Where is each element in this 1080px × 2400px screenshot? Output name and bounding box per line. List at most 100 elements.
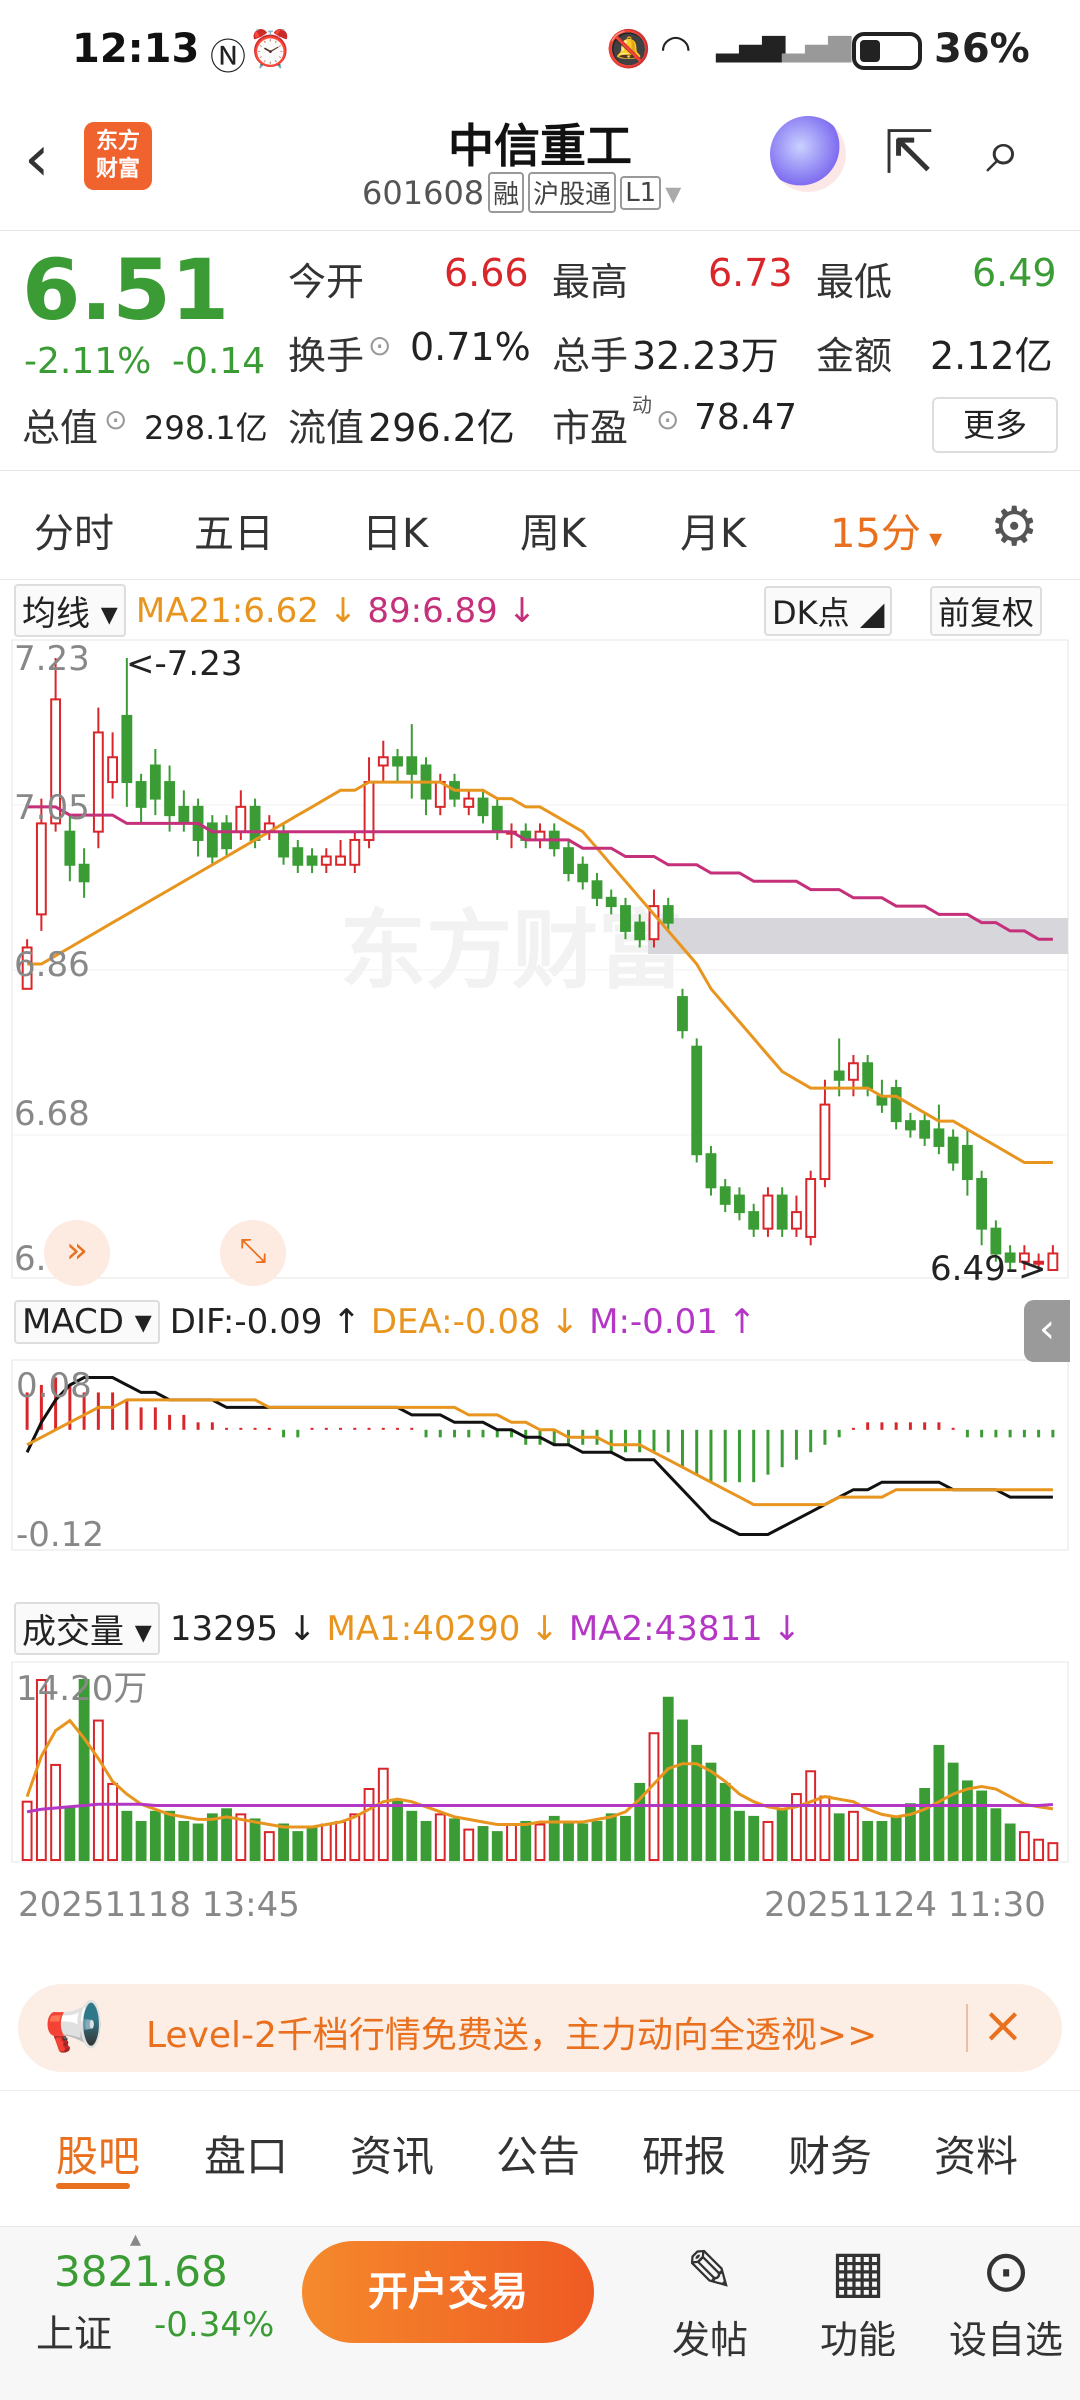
- fullscreen-icon[interactable]: ⤡: [220, 1220, 286, 1286]
- info-icon[interactable]: ⊙: [368, 329, 391, 362]
- volume-bar: [848, 1810, 859, 1861]
- assistant-avatar[interactable]: [770, 116, 846, 192]
- chevron-down-icon: ▾: [665, 173, 682, 212]
- index-value[interactable]: 3821.68: [54, 2247, 228, 2296]
- candle-body: [776, 1194, 788, 1230]
- divider: [966, 2004, 968, 2052]
- pe-sup: 动: [632, 393, 652, 417]
- info-icon[interactable]: ⊙: [656, 403, 679, 436]
- mute-icon: 🔕: [606, 29, 651, 70]
- tab-orderbook[interactable]: 盘口: [204, 2123, 288, 2184]
- gear-icon[interactable]: ⚙: [990, 495, 1038, 558]
- macd-legend: MACD ▾ DIF:-0.09 ↑ DEA:-0.08 ↓ M:-0.01 ↑: [14, 1300, 756, 1344]
- volume-bar: [534, 1823, 546, 1862]
- expand-left-icon[interactable]: »: [44, 1220, 110, 1286]
- volume-bar: [192, 1823, 204, 1862]
- info-icon[interactable]: ⊙: [104, 403, 127, 436]
- content-tabs: 股吧 盘口 资讯 公告 研报 财务 资料: [0, 2090, 1080, 2220]
- signal-icon: ▂▄▆: [782, 28, 852, 63]
- candle-body: [705, 1153, 717, 1189]
- share-icon[interactable]: ⇱: [884, 118, 934, 188]
- candle-body: [904, 1120, 916, 1131]
- more-icon: ⊙: [981, 2237, 1031, 2305]
- candle-body: [605, 896, 617, 908]
- chart-area[interactable]: 均线 ▾ MA21:6.62 ↓ 89:6.89 ↓ DK点 ◢ 前复权 东方财富 …: [0, 580, 1080, 1980]
- price-axis-label: 6.68: [14, 1094, 90, 1134]
- candle-body: [278, 830, 289, 858]
- candle-body: [919, 1120, 931, 1139]
- signal-5g-icon: ▂▄▆: [716, 28, 786, 63]
- volume-bar: [1033, 1838, 1045, 1861]
- candle-body: [92, 731, 104, 833]
- candle-body: [477, 797, 489, 817]
- connect-tag: 沪股通: [528, 172, 617, 213]
- collapse-panel-icon[interactable]: ‹: [1024, 1300, 1070, 1362]
- turnover-value: 0.71%: [410, 325, 531, 369]
- candle-body: [563, 847, 574, 875]
- volume-bar: [135, 1820, 147, 1861]
- candle-body: [791, 1211, 802, 1230]
- tab-forum[interactable]: 股吧: [56, 2123, 140, 2184]
- status-time: 12:13: [72, 26, 200, 72]
- m-value: M:-0.01: [589, 1302, 718, 1342]
- volume-select[interactable]: 成交量 ▾: [14, 1602, 160, 1655]
- index-name[interactable]: 上证: [36, 2303, 112, 2358]
- more-button[interactable]: 更多: [932, 397, 1058, 453]
- candle-body: [1047, 1252, 1059, 1272]
- tab-monthly[interactable]: 月K: [680, 501, 746, 559]
- volume-bar: [349, 1813, 361, 1862]
- stock-code: 601608: [362, 173, 485, 212]
- current-price: 6.51: [22, 241, 230, 339]
- candle-body: [64, 830, 76, 866]
- promo-banner[interactable]: 📢 Level-2千档行情免费送，主力动向全透视>> ×: [18, 1984, 1062, 2072]
- battery-percent: 36%: [934, 26, 1030, 72]
- volume-legend: 成交量 ▾ 13295 ↓ MA1:40290 ↓ MA2:43811 ↓: [14, 1602, 801, 1655]
- volume-bar: [406, 1810, 418, 1861]
- promo-text[interactable]: Level-2千档行情免费送，主力动向全透视>>: [146, 2006, 877, 2058]
- low-marker: 6.49->: [930, 1249, 1046, 1289]
- macd-select[interactable]: MACD ▾: [14, 1300, 160, 1344]
- mktcap-label: 总值: [22, 406, 99, 450]
- dea-line: [26, 1398, 1053, 1507]
- tab-news[interactable]: 资讯: [350, 2123, 434, 2184]
- tab-announcements[interactable]: 公告: [496, 2123, 580, 2184]
- candle-body: [135, 781, 147, 808]
- candle-body: [406, 756, 418, 775]
- index-percent[interactable]: -0.34%: [154, 2305, 274, 2345]
- nfc-icon: Ⓝ: [210, 37, 247, 78]
- stock-chart[interactable]: 东方财富 7.237.056.866.686.49 <-7.23 6.49-> …: [0, 580, 1080, 1980]
- edit-icon: ✎: [685, 2237, 735, 2305]
- price-axis-label: 6.86: [14, 945, 90, 985]
- tab-profile[interactable]: 资料: [934, 2123, 1018, 2184]
- tab-finance[interactable]: 财务: [788, 2123, 872, 2184]
- post-button[interactable]: ✎ 发帖: [640, 2237, 780, 2364]
- pe-label: 市盈: [552, 406, 629, 450]
- tab-15min[interactable]: 15分 ▾: [830, 501, 942, 559]
- vol-ma2-value: MA2:43811: [568, 1608, 763, 1649]
- open-account-button[interactable]: 开户交易: [302, 2241, 594, 2343]
- stock-code-row[interactable]: 601608 融 沪股通 L1 ▾: [362, 172, 681, 213]
- dea-value: DEA:-0.08: [370, 1302, 541, 1342]
- close-icon[interactable]: ×: [982, 1996, 1024, 2054]
- volume-bar: [278, 1823, 289, 1862]
- caret-down-icon: ▾: [920, 524, 943, 554]
- search-icon[interactable]: ⌕: [986, 114, 1021, 188]
- candle-body: [734, 1194, 745, 1214]
- volume-bar: [1047, 1842, 1059, 1862]
- tab-weekly[interactable]: 周K: [520, 501, 586, 559]
- tab-research[interactable]: 研报: [642, 2123, 726, 2184]
- tab-daily[interactable]: 日K: [362, 501, 428, 559]
- tab-intraday[interactable]: 分时: [34, 501, 114, 559]
- volume-bar: [591, 1820, 603, 1861]
- macd-panel-frame: [11, 1359, 1069, 1551]
- candle-body: [691, 1045, 703, 1156]
- add-watchlist-button[interactable]: ⊙ 设自选: [936, 2237, 1076, 2364]
- candle-body: [292, 847, 304, 866]
- tab-five-day[interactable]: 五日: [194, 501, 274, 559]
- candle-body: [634, 921, 646, 941]
- candle-body: [819, 1103, 831, 1181]
- functions-button[interactable]: ▦ 功能: [788, 2237, 928, 2364]
- candle-body: [164, 781, 176, 817]
- mktcap-value: 298.1亿: [144, 409, 268, 447]
- candle-body: [306, 855, 318, 866]
